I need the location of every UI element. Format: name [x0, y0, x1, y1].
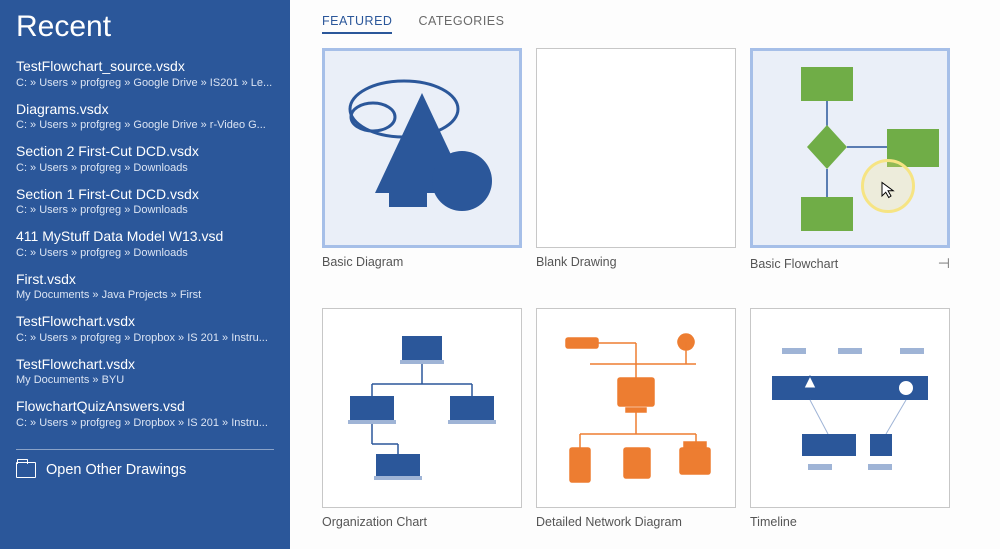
- recent-file-item[interactable]: Section 2 First-Cut DCD.vsdx C: » Users …: [16, 143, 274, 174]
- recent-file-item[interactable]: TestFlowchart.vsdx My Documents » BYU: [16, 356, 274, 387]
- cursor-icon: [879, 181, 897, 199]
- timeline-icon: [758, 316, 942, 500]
- template-label: Organization Chart: [322, 515, 522, 529]
- template-thumb-basic-flowchart: [750, 48, 950, 248]
- recent-file-name: 411 MyStuff Data Model W13.vsd: [16, 228, 274, 246]
- template-card-basic-diagram[interactable]: Basic Diagram: [322, 48, 522, 272]
- template-grid: Basic Diagram Blank Drawing: [322, 48, 972, 529]
- recent-heading: Recent: [16, 10, 274, 44]
- template-card-timeline[interactable]: Timeline: [750, 308, 950, 529]
- recent-file-path: My Documents » BYU: [16, 374, 274, 386]
- recent-file-name: Section 2 First-Cut DCD.vsdx: [16, 143, 274, 161]
- template-label: Timeline: [750, 515, 950, 529]
- open-other-drawings-button[interactable]: Open Other Drawings: [16, 462, 274, 478]
- template-label: Basic Flowchart: [750, 257, 838, 271]
- recent-file-name: TestFlowchart.vsdx: [16, 313, 274, 331]
- template-gallery: FEATURED CATEGORIES Basic Diagram Blank …: [290, 0, 1000, 549]
- recent-sidebar: Recent TestFlowchart_source.vsdx C: » Us…: [0, 0, 290, 549]
- basic-diagram-icon: [337, 63, 507, 233]
- template-thumb-network-diagram: [536, 308, 736, 508]
- recent-file-name: Diagrams.vsdx: [16, 101, 274, 119]
- recent-file-item[interactable]: Section 1 First-Cut DCD.vsdx C: » Users …: [16, 186, 274, 217]
- recent-file-name: TestFlowchart.vsdx: [16, 356, 274, 374]
- tab-categories[interactable]: CATEGORIES: [418, 10, 504, 34]
- recent-file-path: C: » Users » profgreg » Google Drive » r…: [16, 119, 274, 131]
- template-card-basic-flowchart[interactable]: Basic Flowchart ⊣: [750, 48, 950, 272]
- recent-file-path: C: » Users » profgreg » Dropbox » IS 201…: [16, 332, 274, 344]
- template-label-row: Basic Flowchart ⊣: [750, 255, 950, 272]
- recent-file-name: FlowchartQuizAnswers.vsd: [16, 398, 274, 416]
- pin-icon[interactable]: ⊣: [938, 255, 950, 272]
- template-card-organization-chart[interactable]: Organization Chart: [322, 308, 522, 529]
- recent-file-path: C: » Users » profgreg » Google Drive » I…: [16, 77, 274, 89]
- template-label: Blank Drawing: [536, 255, 736, 269]
- recent-file-path: C: » Users » profgreg » Downloads: [16, 162, 274, 174]
- recent-file-list: TestFlowchart_source.vsdx C: » Users » p…: [16, 58, 274, 441]
- template-thumb-basic-diagram: [322, 48, 522, 248]
- recent-file-name: Section 1 First-Cut DCD.vsdx: [16, 186, 274, 204]
- template-tabs: FEATURED CATEGORIES: [322, 10, 972, 34]
- sidebar-divider: [16, 449, 274, 450]
- template-thumb-timeline: [750, 308, 950, 508]
- tab-featured[interactable]: FEATURED: [322, 10, 392, 34]
- recent-file-path: C: » Users » profgreg » Dropbox » IS 201…: [16, 417, 274, 429]
- template-label: Detailed Network Diagram: [536, 515, 736, 529]
- recent-file-item[interactable]: FlowchartQuizAnswers.vsd C: » Users » pr…: [16, 398, 274, 429]
- recent-file-item[interactable]: TestFlowchart_source.vsdx C: » Users » p…: [16, 58, 274, 89]
- recent-file-item[interactable]: Diagrams.vsdx C: » Users » profgreg » Go…: [16, 101, 274, 132]
- open-other-label: Open Other Drawings: [46, 462, 186, 478]
- network-diagram-icon: [546, 318, 726, 498]
- basic-flowchart-icon: [755, 53, 945, 243]
- template-card-network-diagram[interactable]: Detailed Network Diagram: [536, 308, 736, 529]
- recent-file-item[interactable]: First.vsdx My Documents » Java Projects …: [16, 271, 274, 302]
- recent-file-item[interactable]: 411 MyStuff Data Model W13.vsd C: » User…: [16, 228, 274, 259]
- recent-file-name: First.vsdx: [16, 271, 274, 289]
- recent-file-path: C: » Users » profgreg » Downloads: [16, 247, 274, 259]
- template-label: Basic Diagram: [322, 255, 522, 269]
- recent-file-path: My Documents » Java Projects » First: [16, 289, 274, 301]
- template-thumb-organization-chart: [322, 308, 522, 508]
- template-thumb-blank-drawing: [536, 48, 736, 248]
- org-chart-icon: [332, 318, 512, 498]
- recent-file-name: TestFlowchart_source.vsdx: [16, 58, 274, 76]
- folder-open-icon: [16, 462, 36, 478]
- recent-file-item[interactable]: TestFlowchart.vsdx C: » Users » profgreg…: [16, 313, 274, 344]
- template-card-blank-drawing[interactable]: Blank Drawing: [536, 48, 736, 272]
- recent-file-path: C: » Users » profgreg » Downloads: [16, 204, 274, 216]
